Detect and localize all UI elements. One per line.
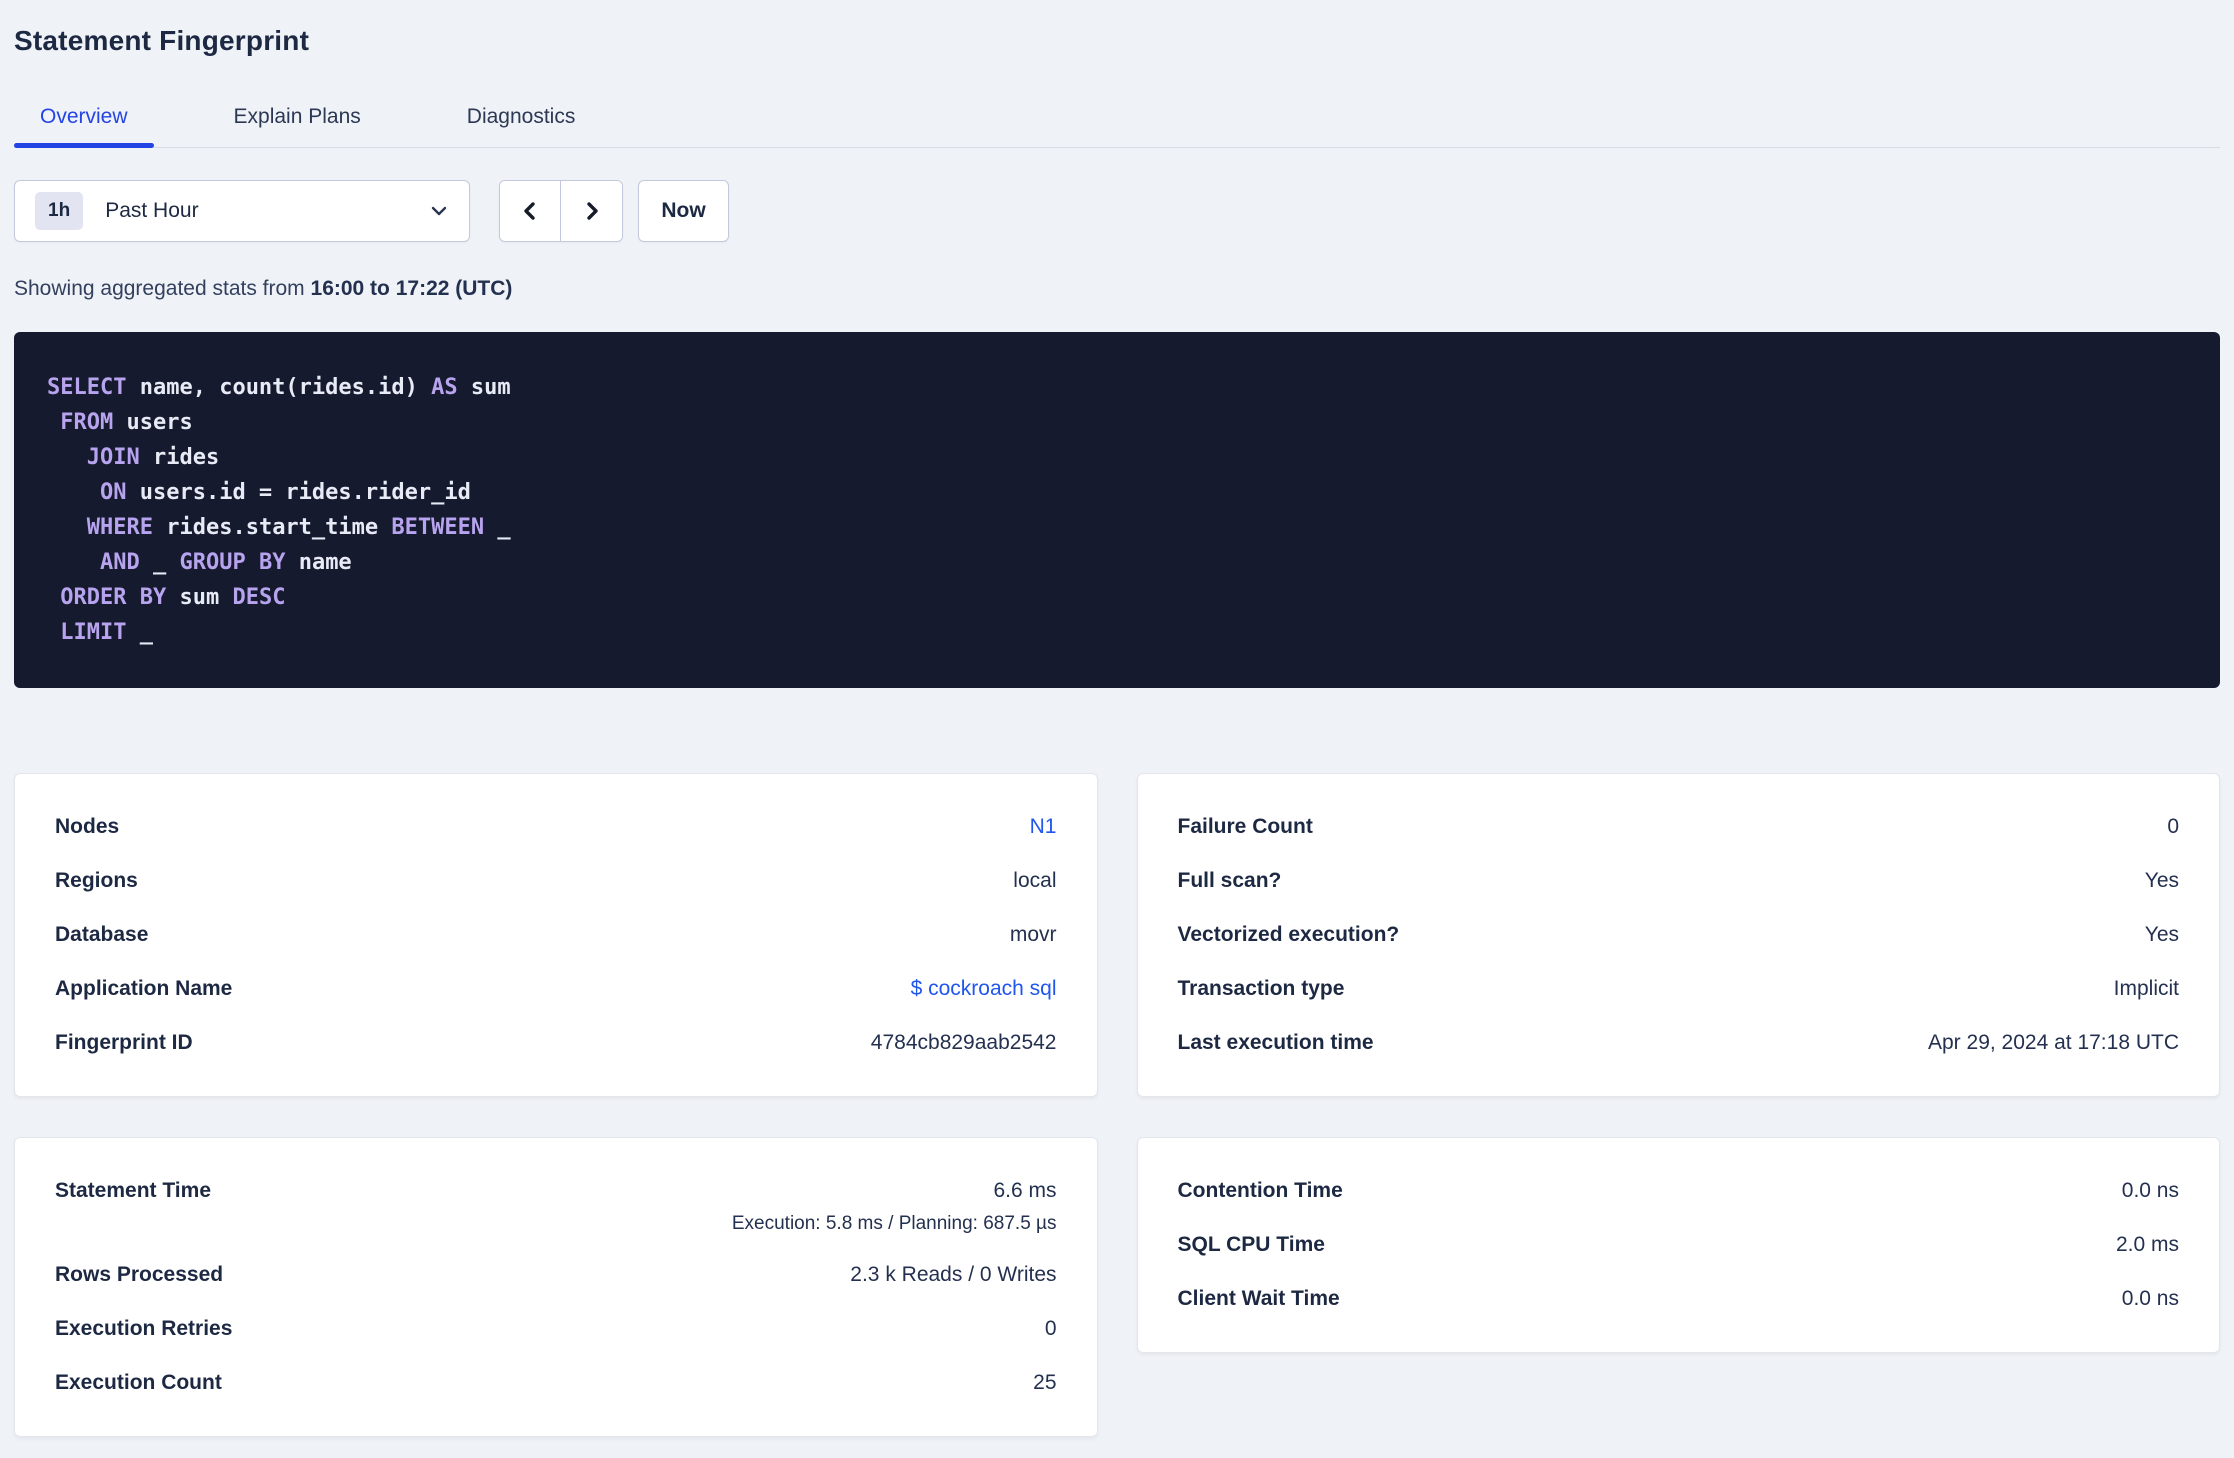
statement-times-card: Statement Time 6.6 ms Execution: 5.8 ms / … [14, 1137, 1098, 1437]
tab-diagnostics[interactable]: Diagnostics [441, 98, 602, 147]
stat-label: Database [55, 923, 149, 946]
stat-label: Last execution time [1177, 1031, 1374, 1054]
tab-overview[interactable]: Overview [14, 98, 154, 148]
stat-value: 0 [2167, 815, 2179, 838]
stat-label: Contention Time [1177, 1179, 1343, 1202]
stat-row: Client Wait Time 0.0 ns [1178, 1272, 2180, 1326]
stat-value: 2.3 k Reads / 0 Writes [850, 1263, 1057, 1286]
stat-subvalue: Execution: 5.8 ms / Planning: 687.5 µs [731, 1213, 1057, 1234]
stat-value: 0.0 ns [2121, 1287, 2179, 1310]
execution-attributes-card: Failure Count 0 Full scan? Yes Vectorized ex… [1136, 773, 2220, 1097]
stat-label: Failure Count [1177, 815, 1313, 838]
stat-row: Last execution time Apr 29, 2024 at 17:18… [1178, 1016, 2180, 1070]
sql-line: ON users.id = rides.rider_id [99, 480, 471, 505]
chevron-left-icon [518, 199, 542, 223]
stat-value: Implicit [2113, 977, 2179, 1000]
sql-line: ORDER BY sum DESC [60, 585, 286, 610]
stat-value: 0 [1044, 1317, 1057, 1340]
stat-value: 4784cb829aab2542 [870, 1031, 1057, 1054]
sql-statement-box: SELECT name, count(rides.id) AS sum FROM… [14, 332, 2220, 688]
stat-value: Yes [2144, 923, 2179, 946]
stat-label: Statement Time [55, 1179, 211, 1202]
stat-label: Application Name [55, 977, 233, 1000]
sql-line: AND _ GROUP BY name [99, 550, 352, 575]
stat-row: Execution Retries 0 [55, 1302, 1057, 1356]
stat-label: Transaction type [1177, 977, 1345, 1000]
stat-row: SQL CPU Time 2.0 ms [1178, 1218, 2180, 1272]
stat-label: Fingerprint ID [55, 1031, 193, 1054]
stat-value: 0.0 ns [2121, 1179, 2179, 1202]
stat-value: 25 [1033, 1371, 1057, 1394]
stat-label: Nodes [55, 815, 120, 838]
aggregated-stats-note: Showing aggregated stats from 16:00 to 1… [14, 276, 2220, 302]
stat-label: SQL CPU Time [1177, 1233, 1325, 1256]
time-range-text: 16:00 to 17:22 (UTC) [310, 277, 513, 300]
stat-row: Nodes N1 [55, 800, 1057, 854]
tab-explain-plans[interactable]: Explain Plans [208, 98, 387, 147]
chevron-right-icon [580, 199, 604, 223]
stat-value: 6.6 ms [993, 1179, 1057, 1202]
stats-cards-grid: Nodes N1 Regions local Database movr Applicati… [14, 773, 2220, 1437]
wait-times-card: Contention Time 0.0 ns SQL CPU Time 2.0 ms C… [1136, 1137, 2220, 1353]
sql-line: WHERE rides.start_time BETWEEN _ [86, 515, 511, 540]
stat-row: Fingerprint ID 4784cb829aab2542 [55, 1016, 1057, 1070]
sql-line: FROM users [60, 410, 193, 435]
stat-value: 2.0 ms [2115, 1233, 2179, 1256]
time-toolbar: 1h Past Hour Now [14, 180, 2220, 242]
chevron-down-icon [429, 201, 449, 221]
time-interval-dropdown[interactable]: 1h Past Hour [14, 180, 470, 242]
stat-label: Vectorized execution? [1177, 923, 1400, 946]
sql-line: JOIN rides [86, 445, 220, 470]
stat-label: Full scan? [1177, 869, 1282, 892]
interval-badge: 1h [35, 192, 84, 230]
stat-row: Statement Time 6.6 ms Execution: 5.8 ms / … [55, 1164, 1057, 1248]
sql-line: LIMIT _ [60, 620, 153, 645]
stat-row: Transaction type Implicit [1178, 962, 2180, 1016]
now-button[interactable]: Now [638, 180, 729, 242]
stat-label: Regions [55, 869, 138, 892]
aggregated-stats-prefix: Showing aggregated stats from [14, 277, 311, 300]
stat-value: Yes [2144, 869, 2179, 892]
sql-line: SELECT name, count(rides.id) AS sum [47, 375, 511, 400]
stat-label: Rows Processed [55, 1263, 224, 1286]
page-title: Statement Fingerprint [14, 25, 310, 56]
stat-row: Contention Time 0.0 ns [1178, 1164, 2180, 1218]
stat-row: Execution Count 25 [55, 1356, 1057, 1410]
stat-row: Failure Count 0 [1178, 800, 2180, 854]
stat-value-link[interactable]: $ cockroach sql [911, 977, 1057, 1000]
stat-value: movr [1009, 923, 1057, 946]
stat-row: Full scan? Yes [1178, 854, 2180, 908]
stat-value: local [1013, 869, 1057, 892]
stat-label: Execution Count [55, 1371, 222, 1394]
stat-value: Apr 29, 2024 at 17:18 UTC [1928, 1031, 2179, 1054]
statement-attributes-card: Nodes N1 Regions local Database movr Applicati… [14, 773, 1098, 1097]
stat-row: Rows Processed 2.3 k Reads / 0 Writes [55, 1248, 1057, 1302]
stat-row: Database movr [55, 908, 1057, 962]
stat-row: Vectorized execution? Yes [1178, 908, 2180, 962]
stat-value-link[interactable]: N1 [1030, 815, 1057, 838]
statement-fingerprint-page: Statement Fingerprint Overview Explain Pl… [0, 0, 2234, 1437]
prev-time-button[interactable] [500, 181, 561, 241]
stat-label: Execution Retries [55, 1317, 233, 1340]
next-time-button[interactable] [561, 181, 622, 241]
stat-row: Application Name $ cockroach sql [55, 962, 1057, 1016]
interval-label: Past Hour [105, 199, 199, 222]
time-nav-group [499, 180, 623, 242]
tab-bar: Overview Explain Plans Diagnostics [14, 98, 2220, 148]
stat-label: Client Wait Time [1177, 1287, 1340, 1310]
stat-row: Regions local [55, 854, 1057, 908]
